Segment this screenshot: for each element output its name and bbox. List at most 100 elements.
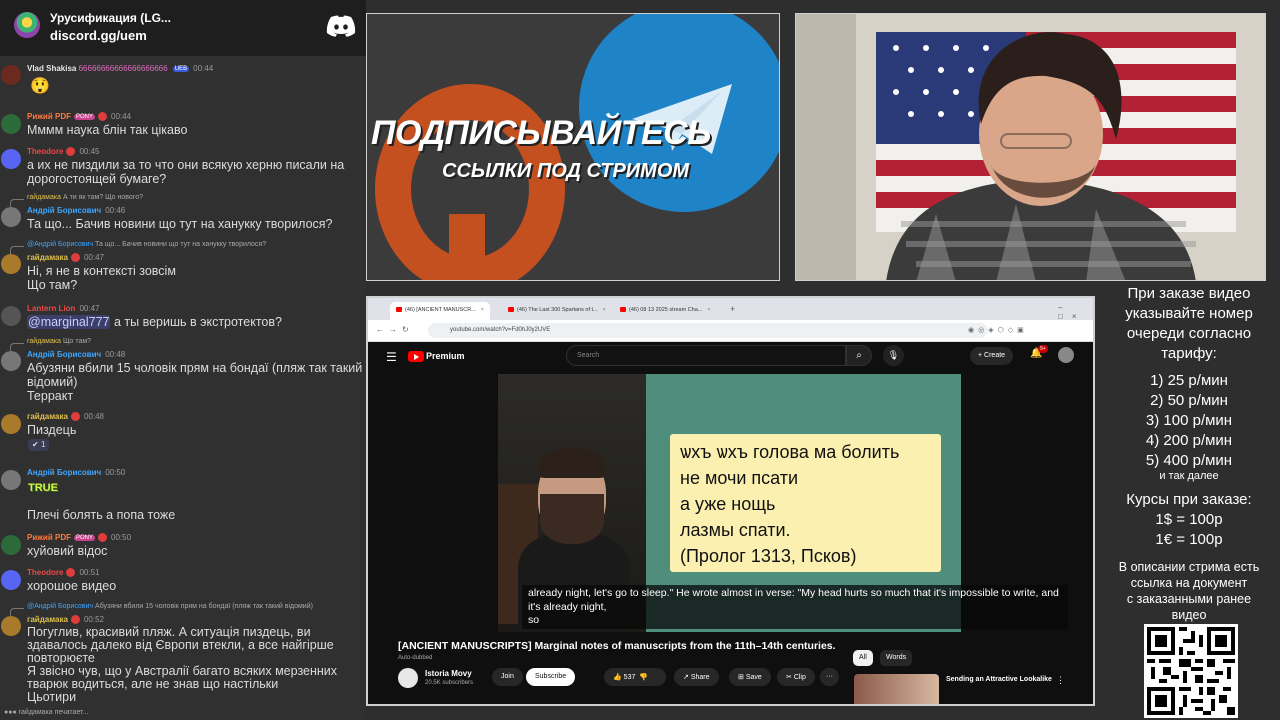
youtube-page: ☰ Premium Search ⌕ 🎙 + Create 🔔 9+ ѡхъ ѡ… — [368, 342, 1093, 704]
create-button[interactable]: + Create — [970, 347, 1014, 365]
username[interactable]: Theodore — [27, 568, 63, 577]
account-avatar[interactable] — [1058, 347, 1074, 363]
message-text: хорошое видео — [27, 579, 117, 593]
more-actions-button[interactable]: ··· — [820, 668, 839, 686]
subscriber-count: 20.5K subscribers — [425, 680, 474, 686]
channel-name[interactable]: Istoria Movy — [425, 669, 472, 678]
message-text: хуйовий відос — [27, 544, 108, 558]
new-tab-button[interactable]: + — [730, 304, 735, 314]
live-badge — [70, 412, 80, 422]
info-line: указывайте номер — [1125, 305, 1253, 322]
youtube-favicon-icon — [620, 307, 626, 313]
avatar — [1, 570, 21, 590]
info-line: тарифу: — [1161, 345, 1217, 362]
recommended-title[interactable]: Sending an Attractive Lookalike — [946, 676, 1052, 683]
price-line: 2) 50 р/мин — [1150, 392, 1228, 409]
message-text: Абузяни вбили 15 чоловік прям на бондаї … — [27, 361, 363, 403]
youtube-brand[interactable]: Premium — [426, 351, 465, 361]
promo-subtitle: ССЫЛКИ ПОД СТРИМОМ — [442, 160, 690, 182]
price-line: 3) 100 р/мин — [1145, 412, 1233, 429]
youtube-favicon-icon — [508, 307, 514, 313]
like-button[interactable]: 👍 537 👎 — [604, 668, 666, 686]
username[interactable]: гайдамака — [27, 615, 68, 624]
search-input[interactable]: Search — [566, 345, 846, 366]
description-line: В описании стрима есть — [1118, 560, 1260, 574]
reply-preview[interactable]: @Андрій Борисович Абузяни вбили 15 чолов… — [27, 603, 313, 610]
server-invite-link[interactable]: discord.gg/uem — [50, 28, 147, 43]
channel-avatar[interactable] — [398, 668, 418, 688]
emoji-sticker: 😲 — [30, 78, 50, 95]
chat-header: Урусификация (LG... discord.gg/uem — [0, 0, 366, 56]
description-line: с заказанными ранее — [1126, 592, 1252, 606]
reaction[interactable]: ✔ 1 — [28, 439, 50, 451]
clip-button[interactable]: ✂ Clip — [777, 668, 815, 686]
hamburger-menu-icon[interactable]: ☰ — [386, 350, 397, 364]
filter-chip-all[interactable]: All — [853, 650, 873, 666]
youtube-logo-icon[interactable] — [408, 351, 424, 362]
reply-preview[interactable]: гайдамака А ти як там? Що нового? — [27, 194, 143, 201]
webcam-image — [796, 14, 1265, 280]
extensions-icons[interactable]: ◉◎◈⬡◇▣ — [968, 326, 1028, 334]
timestamp: 00:48 — [83, 412, 104, 421]
avatar — [1, 535, 21, 555]
browser-tab-active[interactable]: (46) [ANCIENT MANUSCR... × — [390, 302, 491, 320]
message-text: @marginal777 а ты веришь в экстротектов? — [27, 315, 282, 329]
username[interactable]: Андрій Борисович — [27, 468, 101, 477]
message-text: Плечі болять а попа тоже — [27, 508, 176, 522]
timestamp: 00:47 — [83, 253, 104, 262]
reply-preview[interactable]: @Андрій Борисович Та що... Бачив новини … — [27, 241, 266, 248]
browser-window: (46) [ANCIENT MANUSCR... × (46) The Last … — [366, 296, 1095, 706]
username[interactable]: Андрій Борисович — [27, 350, 101, 359]
live-badge — [66, 568, 76, 578]
user-mention[interactable]: @marginal777 — [27, 315, 111, 329]
share-button[interactable]: ↗ Share — [674, 668, 719, 686]
mic-icon[interactable]: 🎙 — [883, 345, 904, 366]
join-button[interactable]: Join — [492, 668, 523, 686]
filter-chip-words[interactable]: Words — [880, 650, 913, 666]
nav-buttons[interactable]: ←→↻ — [376, 325, 414, 334]
url-input[interactable]: youtube.com/watch?v=Fd0hJ0y2UVE — [428, 323, 988, 338]
save-button[interactable]: ⊞ Save — [729, 668, 771, 686]
timestamp: 00:45 — [79, 147, 100, 156]
browser-tab[interactable]: (46) 08 13 2025 stream Cha... × — [614, 302, 717, 320]
window-controls[interactable]: –□× — [1058, 303, 1093, 321]
username[interactable]: Андрій Борисович — [27, 206, 101, 215]
reply-preview[interactable]: гайдамака Що там? — [27, 338, 91, 345]
username[interactable]: Рижий PDF — [27, 112, 71, 121]
message-text: Погуглив, красивий пляж. А ситуація пизд… — [27, 625, 338, 704]
search-icon[interactable]: ⌕ — [846, 345, 872, 366]
tab-bar: (46) [ANCIENT MANUSCR... × (46) The Last … — [368, 298, 1093, 321]
avatar — [1, 616, 21, 636]
avatar — [1, 207, 21, 227]
chat-panel: Урусификация (LG... discord.gg/uem Vlad … — [0, 0, 366, 720]
recommended-thumbnail[interactable] — [854, 674, 939, 704]
timestamp: 00:50 — [105, 468, 126, 477]
auto-dubbed-label: Auto-dubbed — [398, 655, 433, 661]
close-tab-icon: × — [480, 307, 485, 313]
live-badge — [66, 147, 76, 157]
timestamp: 00:52 — [83, 615, 104, 624]
username[interactable]: гайдамака — [27, 253, 68, 262]
avatar — [1, 65, 21, 85]
notification-count: 9+ — [1038, 345, 1048, 353]
video-title: [ANCIENT MANUSCRIPTS] Marginal notes of … — [398, 640, 836, 652]
more-options-icon[interactable]: ⋮ — [1056, 675, 1065, 686]
avatar — [1, 149, 21, 169]
stream-info-panel: При заказе видео указывайте номер очеред… — [1098, 284, 1280, 720]
subscribe-button[interactable]: Subscribe — [526, 668, 576, 686]
message-text: Пиздець — [27, 423, 77, 437]
manuscript-note: ѡхъ ѡхъ голова ма болить не мочи псати а… — [670, 434, 941, 572]
avatar — [1, 351, 21, 371]
username[interactable]: Vlad Shakisa — [27, 64, 76, 73]
course-rate: 1$ = 100р — [1155, 511, 1223, 528]
username[interactable]: Theodore — [27, 147, 63, 156]
timestamp: 00:44 — [111, 112, 132, 121]
info-line: При заказе видео — [1127, 285, 1251, 302]
timestamp: 00:46 — [105, 206, 126, 215]
username[interactable]: Lantern Lion — [27, 304, 75, 313]
qr-code — [1144, 624, 1238, 718]
typing-indicator: ●●● гайдамака печатает... — [4, 709, 89, 716]
username[interactable]: Рижий PDF — [27, 533, 71, 542]
username[interactable]: гайдамака — [27, 412, 68, 421]
browser-tab[interactable]: (46) The Last 300 Spartans of t... × — [502, 302, 612, 320]
